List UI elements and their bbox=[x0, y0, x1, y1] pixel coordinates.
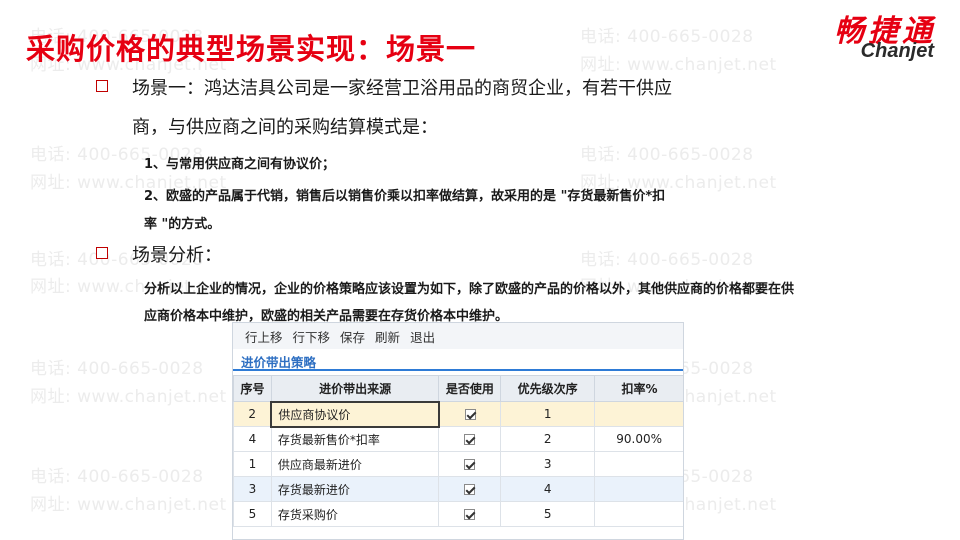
cell-used[interactable] bbox=[438, 476, 502, 502]
cell-seq: 3 bbox=[233, 476, 272, 502]
move-row-up-button[interactable]: 行上移 bbox=[245, 327, 283, 346]
price-strategy-window: 行上移 行下移 保存 刷新 退出 进价带出策略 序号 进价带出来源 是否使用 优… bbox=[232, 322, 684, 540]
cell-source[interactable]: 供应商最新进价 bbox=[270, 451, 440, 477]
checkbox-checked-icon[interactable] bbox=[464, 434, 476, 445]
column-header-source[interactable]: 进价带出来源 bbox=[270, 375, 440, 402]
table-row[interactable]: 1 供应商最新进价 3 bbox=[233, 451, 683, 477]
scene1-line1: 场景一：鸿达洁具公司是一家经营卫浴用品的商贸企业，有若干供应 bbox=[132, 78, 672, 99]
scene1-item2a: 2、欧盛的产品属于代销，销售后以销售价乘以扣率做结算，故采用的是 "存货最新售价… bbox=[144, 189, 666, 204]
watermark-site: 网址: www.chanjet.net bbox=[30, 387, 227, 407]
column-header-used[interactable]: 是否使用 bbox=[438, 375, 502, 402]
chanjet-logo: 畅捷通 Chanjet bbox=[780, 6, 940, 68]
scene1-item1: 1、与常用供应商之间有协议价； bbox=[144, 157, 336, 172]
tab-purchase-price-strategy[interactable]: 进价带出策略 bbox=[241, 352, 316, 371]
cell-priority[interactable]: 1 bbox=[500, 401, 596, 427]
table-row[interactable]: 2 供应商协议价 1 bbox=[233, 400, 683, 428]
scene1-item2b: 率 "的方式。 bbox=[144, 217, 221, 232]
cell-rate[interactable]: 90.00% bbox=[594, 426, 683, 452]
checkbox-checked-icon[interactable] bbox=[464, 509, 476, 520]
checkbox-checked-icon[interactable] bbox=[464, 459, 476, 470]
cell-source[interactable]: 存货最新进价 bbox=[270, 476, 440, 502]
column-header-rate[interactable]: 扣率% bbox=[594, 375, 683, 402]
cell-rate[interactable] bbox=[594, 401, 683, 427]
cell-used[interactable] bbox=[438, 426, 502, 452]
move-row-down-button[interactable]: 行下移 bbox=[293, 327, 331, 346]
refresh-button[interactable]: 刷新 bbox=[375, 327, 400, 346]
cell-seq: 2 bbox=[233, 401, 272, 427]
cell-priority[interactable]: 3 bbox=[500, 451, 596, 477]
watermark-phone: 电话: 400-665-0028 bbox=[30, 467, 204, 487]
bullet-icon bbox=[96, 247, 108, 259]
scene2-para1: 分析以上企业的情况，企业的价格策略应该设置为如下，除了欧盛的产品的价格以外，其他… bbox=[144, 282, 795, 297]
watermark-phone: 电话: 400-665-0028 bbox=[580, 27, 754, 47]
cell-priority[interactable]: 4 bbox=[500, 476, 596, 502]
watermark-site: 网址: www.chanjet.net bbox=[30, 495, 227, 515]
watermark-site: 网址: www.chanjet.net bbox=[580, 55, 777, 75]
scene2-heading: 场景分析： bbox=[132, 245, 222, 266]
tab-bar: 进价带出策略 bbox=[233, 349, 683, 371]
table-row[interactable]: 3 存货最新进价 4 bbox=[233, 476, 683, 502]
page-title: 采购价格的典型场景实现：场景一 bbox=[26, 32, 477, 66]
bullet-icon bbox=[96, 80, 108, 92]
watermark-phone: 电话: 400-665-0028 bbox=[580, 250, 754, 270]
cell-used[interactable] bbox=[438, 451, 502, 477]
watermark-phone: 电话: 400-665-0028 bbox=[580, 145, 754, 165]
cell-used[interactable] bbox=[438, 501, 502, 527]
strategy-table: 序号 进价带出来源 是否使用 优先级次序 扣率% 2 供应商协议价 1 4 存货… bbox=[233, 375, 683, 527]
exit-button[interactable]: 退出 bbox=[410, 327, 435, 346]
watermark-phone: 电话: 400-665-0028 bbox=[30, 359, 204, 379]
checkbox-checked-icon[interactable] bbox=[464, 484, 476, 495]
save-button[interactable]: 保存 bbox=[340, 327, 365, 346]
cell-source[interactable]: 供应商协议价 bbox=[270, 400, 440, 428]
cell-rate[interactable] bbox=[594, 451, 683, 477]
logo-english-text: Chanjet bbox=[860, 40, 934, 62]
cell-priority[interactable]: 5 bbox=[500, 501, 596, 527]
cell-seq: 1 bbox=[233, 451, 272, 477]
cell-seq: 4 bbox=[233, 426, 272, 452]
checkbox-checked-icon[interactable] bbox=[464, 409, 476, 420]
table-row[interactable]: 4 存货最新售价*扣率 2 90.00% bbox=[233, 426, 683, 452]
scene1-line2: 商，与供应商之间的采购结算模式是： bbox=[132, 117, 438, 138]
table-row[interactable]: 5 存货采购价 5 bbox=[233, 501, 683, 527]
cell-rate[interactable] bbox=[594, 476, 683, 502]
cell-source[interactable]: 存货最新售价*扣率 bbox=[270, 426, 440, 452]
cell-rate[interactable] bbox=[594, 501, 683, 527]
toolbar: 行上移 行下移 保存 刷新 退出 bbox=[233, 323, 683, 349]
cell-source[interactable]: 存货采购价 bbox=[270, 501, 440, 527]
column-header-seq[interactable]: 序号 bbox=[233, 375, 272, 402]
cell-used[interactable] bbox=[438, 401, 502, 427]
table-header-row: 序号 进价带出来源 是否使用 优先级次序 扣率% bbox=[233, 375, 683, 402]
cell-seq: 5 bbox=[233, 501, 272, 527]
cell-priority[interactable]: 2 bbox=[500, 426, 596, 452]
column-header-priority[interactable]: 优先级次序 bbox=[500, 375, 596, 402]
